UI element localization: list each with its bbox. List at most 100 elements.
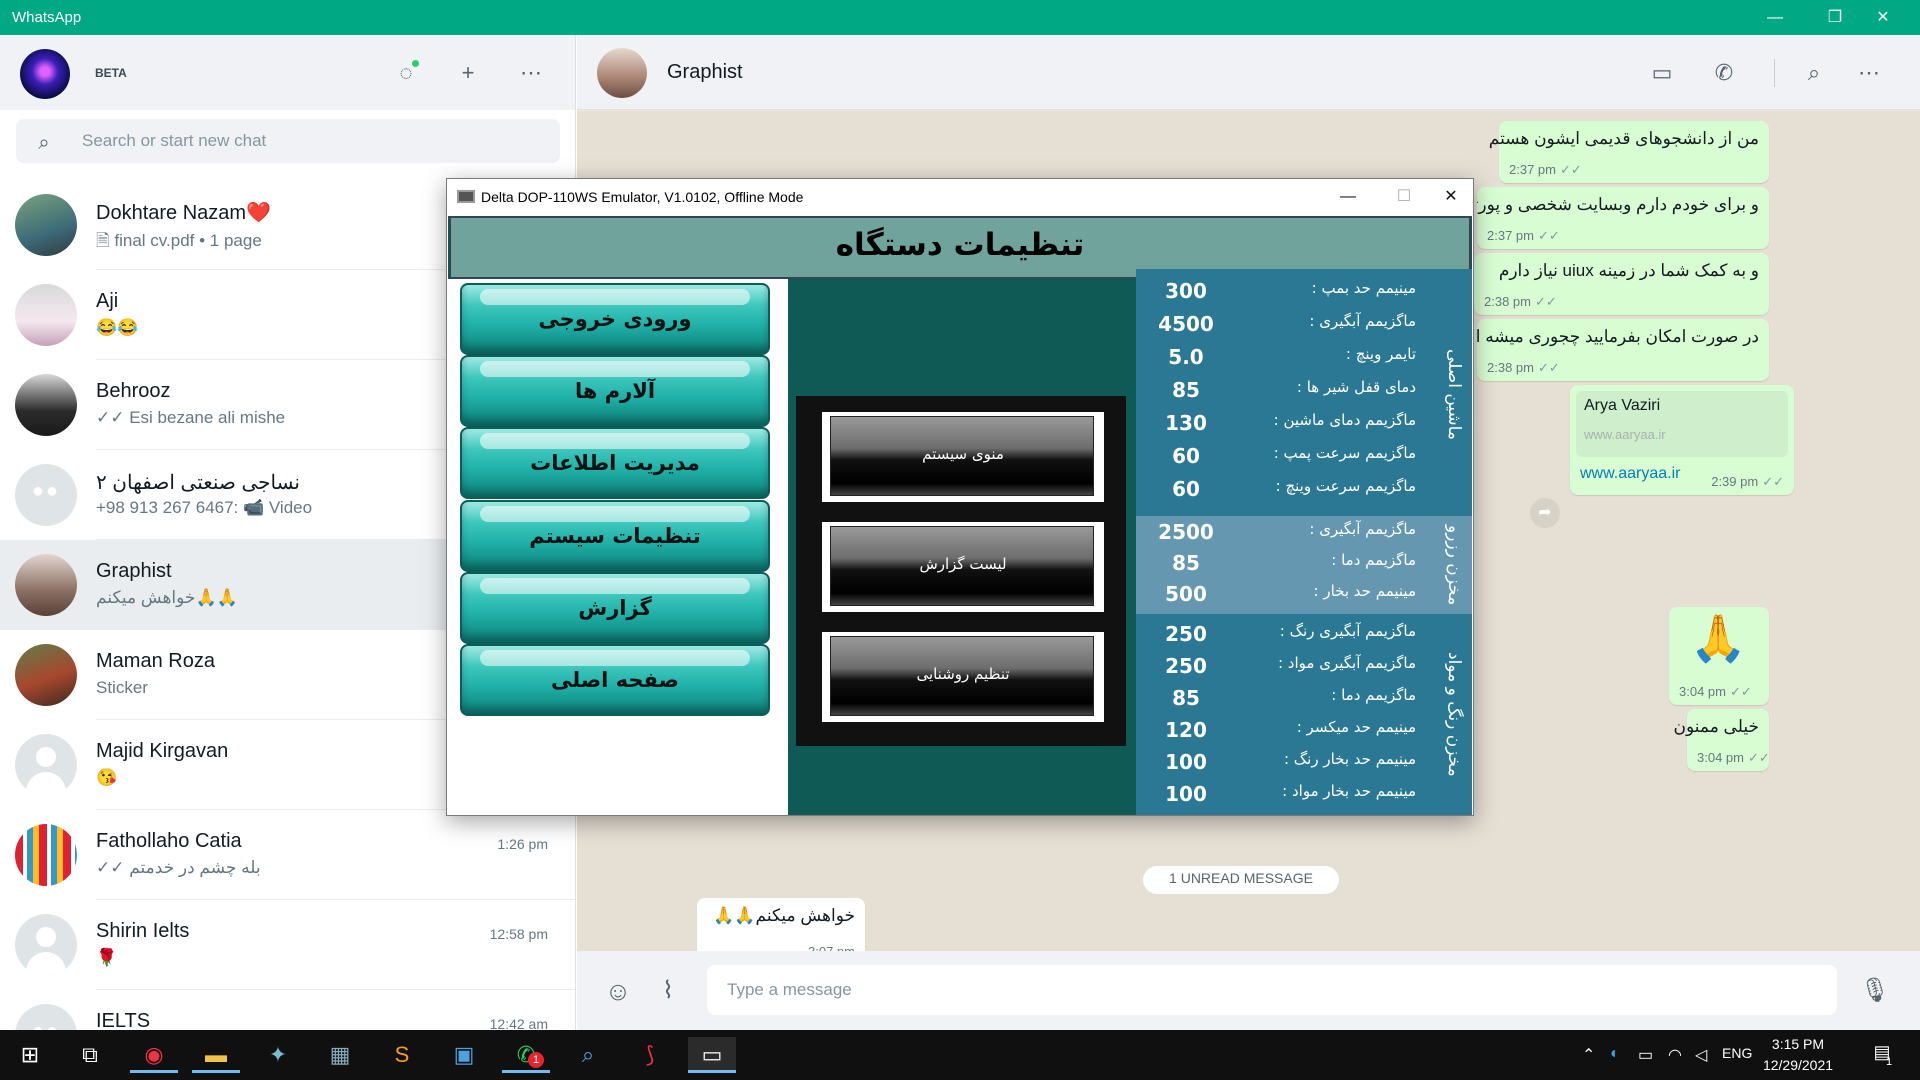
delta-emulator-taskbar-icon[interactable]: ▭ <box>688 1037 736 1073</box>
param-row[interactable]: 130 ماگزیمم دمای ماشین : <box>1136 411 1426 437</box>
microphone-icon[interactable]: 🎙 <box>1859 975 1891 1007</box>
forward-icon[interactable]: ➦ <box>1530 498 1560 528</box>
hmi-button-report[interactable]: گزارش <box>460 572 770 644</box>
calculator-icon[interactable]: ▦ <box>316 1037 364 1073</box>
param-label: مینیمم حد میکسر : <box>1296 718 1416 736</box>
contact-avatar[interactable] <box>597 48 647 98</box>
wifi-icon[interactable]: ◠ <box>1668 1045 1682 1065</box>
sublime-text-icon[interactable]: S <box>378 1037 426 1073</box>
param-row[interactable]: 60 ماگزیمم سرعت وینچ : <box>1136 477 1426 503</box>
chrome-icon[interactable]: ◉ <box>130 1037 178 1073</box>
param-row[interactable]: 300 مینیمم حد بمپ : <box>1136 279 1426 305</box>
param-value[interactable]: 5.0 <box>1146 345 1226 369</box>
menu-icon[interactable]: ⋯ <box>1852 57 1886 89</box>
chat-name: Dokhtare Nazam❤️ <box>96 202 271 224</box>
new-chat-icon[interactable]: + <box>452 57 484 89</box>
message-bubble-out[interactable]: و برای خودم دارم وبسایت شخصی و پورتفولیو… <box>1477 187 1769 249</box>
hmi-button-alarms[interactable]: آلارم ها <box>460 355 770 427</box>
hmi-button-home[interactable]: صفحه اصلی <box>460 644 770 716</box>
param-value[interactable]: 100 <box>1146 782 1226 806</box>
link-preview-bubble[interactable]: Arya Vaziri www.aaryaa.ir www.aaryaa.ir … <box>1570 385 1794 495</box>
language-indicator[interactable]: ENG <box>1722 1045 1752 1061</box>
hmi-button-io[interactable]: ورودی خروجی <box>460 283 770 355</box>
file-explorer-icon[interactable]: ▬ <box>192 1037 240 1073</box>
attach-icon[interactable]: ⌇ <box>652 975 684 1007</box>
param-value[interactable]: 500 <box>1146 582 1226 606</box>
message-input[interactable] <box>707 965 1837 1015</box>
param-row[interactable]: 85 دمای قفل شیر ها : <box>1136 378 1426 404</box>
param-row[interactable]: 85 ماگزیمم دما : <box>1136 686 1426 712</box>
hmi-button-data-management[interactable]: مدیریت اطلاعات <box>460 427 770 499</box>
clock-date[interactable]: 12/29/2021 <box>1758 1057 1838 1073</box>
clock-time[interactable]: 3:15 PM <box>1758 1036 1838 1052</box>
param-value[interactable]: 130 <box>1146 411 1226 435</box>
search-input[interactable] <box>80 127 540 155</box>
close-button[interactable]: ✕ <box>1860 0 1906 35</box>
message-bubble-out[interactable]: در صورت امکان بفرمایید چجوری میشه از کمک… <box>1477 319 1769 381</box>
hmi-brightness-button[interactable]: تنظیم روشنایی <box>822 632 1104 722</box>
param-value[interactable]: 250 <box>1146 654 1226 678</box>
param-row[interactable]: 60 ماگزیمم سرعت پمپ : <box>1136 444 1426 470</box>
param-value[interactable]: 85 <box>1146 686 1226 710</box>
search-icon[interactable]: ⌕ <box>1797 57 1831 89</box>
hmi-button-system-settings[interactable]: تنظیمات سیستم <box>460 500 770 572</box>
param-value[interactable]: 2500 <box>1146 520 1226 544</box>
read-ticks-icon: ✓✓ <box>1534 294 1557 309</box>
param-value[interactable]: 60 <box>1146 444 1226 468</box>
emulator-minimize-button[interactable]: — <box>1325 179 1371 215</box>
chat-last-message: 😂😂 <box>96 318 139 337</box>
tray-chevron-icon[interactable]: ⌃ <box>1582 1045 1595 1065</box>
volume-icon[interactable]: ◁ <box>1695 1045 1707 1065</box>
message-meta: 2:37 pm ✓✓ <box>1487 228 1560 244</box>
param-row[interactable]: 250 ماگزیمم آبگیری مواد : <box>1136 654 1426 680</box>
edge-tray-icon[interactable]: ◐ <box>1610 1045 1620 1063</box>
battery-icon[interactable]: ▭ <box>1638 1045 1653 1065</box>
param-value[interactable]: 120 <box>1146 718 1226 742</box>
param-row[interactable]: 5.0 تایمر وینچ : <box>1136 345 1426 371</box>
metatrader-icon[interactable]: ✦ <box>254 1037 302 1073</box>
message-bubble-out[interactable]: خیلی ممنون 3:04 pm ✓✓ <box>1674 709 1770 771</box>
hmi-system-menu-button[interactable]: منوی سیستم <box>822 412 1104 502</box>
profile-avatar[interactable] <box>20 49 70 99</box>
param-value[interactable]: 250 <box>1146 622 1226 646</box>
emulator-maximize-button[interactable]: ☐ <box>1381 179 1427 215</box>
param-row[interactable]: 100 مینیمم حد بخار رنگ : <box>1136 750 1426 776</box>
emulator-close-button[interactable]: ✕ <box>1428 179 1474 215</box>
emulator-title-bar[interactable]: Delta DOP-110WS Emulator, V1.0102, Offli… <box>447 179 1473 215</box>
message-bubble-out[interactable]: من از دانشجوهای قدیمی ایشون هستم 2:37 pm… <box>1489 121 1769 183</box>
windows-start-icon[interactable]: ⊞ <box>6 1037 54 1073</box>
search-icon[interactable]: ⌕ <box>30 129 58 157</box>
contact-name[interactable]: Graphist <box>667 61 743 84</box>
app-icon[interactable]: ▣ <box>440 1037 488 1073</box>
pdf-reader-icon[interactable]: ⟆ <box>626 1037 674 1073</box>
avatar <box>15 824 77 886</box>
param-row[interactable]: 2500 ماگزیمم آبگیری : <box>1136 520 1426 546</box>
message-bubble-out[interactable]: و به کمک شما در زمینه uiux نیاز دارم 2:3… <box>1474 253 1769 315</box>
hmi-report-list-button[interactable]: لیست گزارش <box>822 522 1104 612</box>
task-view-icon[interactable]: ⧉ <box>66 1037 114 1073</box>
video-call-icon[interactable]: ▭ <box>1645 57 1679 89</box>
param-row[interactable]: 500 مینیمم حد بخار : <box>1136 582 1426 608</box>
chat-item[interactable]: IELTS 12:42 am <box>0 990 575 1030</box>
param-value[interactable]: 300 <box>1146 279 1226 303</box>
voice-call-icon[interactable]: ✆ <box>1707 57 1741 89</box>
chat-item[interactable]: Fathollaho Catia ✓✓ بله چشم در خدمتم 1:2… <box>0 810 575 900</box>
param-value[interactable]: 85 <box>1146 378 1226 402</box>
param-value[interactable]: 60 <box>1146 477 1226 501</box>
param-value[interactable]: 85 <box>1146 551 1226 575</box>
chat-item[interactable]: Shirin Ielts 🌹 12:58 pm <box>0 900 575 990</box>
param-row[interactable]: 120 مینیمم حد میکسر : <box>1136 718 1426 744</box>
param-row[interactable]: 250 ماگزیمم آبگیری رنگ : <box>1136 622 1426 648</box>
menu-icon[interactable]: ⋯ <box>515 57 547 89</box>
snipping-tool-icon[interactable]: ⌕ <box>564 1037 612 1073</box>
message-bubble-out[interactable]: 🙏 3:04 pm ✓✓ <box>1669 607 1769 705</box>
param-value[interactable]: 100 <box>1146 750 1226 774</box>
param-row[interactable]: 85 ماگزیمم دما : <box>1136 551 1426 577</box>
param-value[interactable]: 4500 <box>1146 312 1226 336</box>
param-row[interactable]: 100 مینیمم حد بخار مواد : <box>1136 782 1426 808</box>
minimize-button[interactable]: — <box>1752 0 1798 35</box>
param-row[interactable]: 4500 ماگزیمم آبگیری : <box>1136 312 1426 338</box>
emoji-icon[interactable]: ☺ <box>602 975 634 1007</box>
message-link[interactable]: www.aaryaa.ir <box>1580 465 1680 483</box>
restore-button[interactable]: ❐ <box>1812 0 1858 35</box>
